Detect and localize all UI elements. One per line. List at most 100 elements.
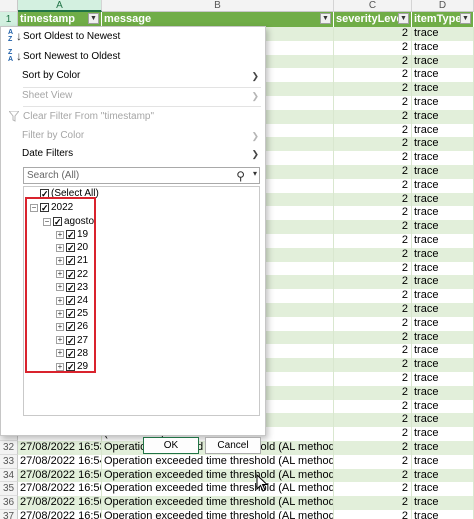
cell-severity[interactable]: 2 <box>334 206 412 221</box>
checkbox-checked[interactable]: ✓ <box>66 282 75 292</box>
table-row[interactable]: 33 27/08/2022 16:54 Operation exceeded tim… <box>0 454 474 469</box>
cell-type[interactable]: trace <box>412 358 474 372</box>
cell-severity[interactable]: 2 <box>334 413 412 428</box>
cell-type[interactable]: trace <box>412 330 474 345</box>
cell-type[interactable]: trace <box>412 275 474 290</box>
cell-severity[interactable]: 2 <box>334 303 412 317</box>
cell-severity[interactable]: 2 <box>334 496 412 510</box>
cell-type[interactable]: trace <box>412 482 474 497</box>
collapse-icon[interactable]: − <box>30 203 38 212</box>
cell-type[interactable]: trace <box>412 234 474 248</box>
cell-timestamp[interactable]: 27/08/2022 16:56 <box>18 496 102 510</box>
cell-severity[interactable]: 2 <box>334 82 412 96</box>
filter-dropdown-button[interactable]: ▼ <box>460 13 471 24</box>
cell-type[interactable]: trace <box>412 441 474 455</box>
expand-icon[interactable]: + <box>56 362 64 371</box>
menu-item-date-filters[interactable]: Date Filters ❯ <box>1 145 265 163</box>
search-icon[interactable]: ⚲ <box>236 169 245 183</box>
expand-icon[interactable]: + <box>56 270 64 279</box>
cell-severity[interactable]: 2 <box>334 316 412 331</box>
row-number[interactable]: 35 <box>0 482 18 497</box>
cell-type[interactable]: trace <box>412 96 474 110</box>
menu-item-sort-oldest-to-newest[interactable]: A Z ↓ Sort Oldest to Newest <box>1 28 265 46</box>
search-input[interactable] <box>24 168 224 183</box>
table-row[interactable]: 35 27/08/2022 16:56 Operation exceeded tim… <box>0 482 474 497</box>
tree-item-day[interactable]: + ✓ 20 <box>56 241 88 254</box>
collapse-icon[interactable]: − <box>43 217 51 226</box>
checkbox-checked[interactable]: ✓ <box>40 203 49 213</box>
row-number[interactable]: 33 <box>0 454 18 469</box>
expand-icon[interactable]: + <box>56 230 64 239</box>
cell-type[interactable]: trace <box>412 220 474 234</box>
cell-type[interactable]: trace <box>412 344 474 359</box>
menu-item-sort-newest-to-oldest[interactable]: Z A ↓ Sort Newest to Oldest <box>1 48 265 66</box>
checkbox-checked[interactable]: ✓ <box>66 322 75 332</box>
cell-type[interactable]: trace <box>412 82 474 96</box>
cell-type[interactable]: trace <box>412 206 474 221</box>
checkbox-checked[interactable]: ✓ <box>66 335 75 345</box>
cell-type[interactable]: trace <box>412 68 474 83</box>
cell-timestamp[interactable]: 27/08/2022 16:54 <box>18 454 102 469</box>
filter-dropdown-button[interactable]: ▼ <box>398 13 409 24</box>
cell-severity[interactable]: 2 <box>334 165 412 179</box>
cell-severity[interactable]: 2 <box>334 123 412 138</box>
cell-severity[interactable]: 2 <box>334 275 412 290</box>
cell-severity[interactable]: 2 <box>334 54 412 69</box>
tree-item-day[interactable]: + ✓ 29 <box>56 360 88 373</box>
tree-item-year[interactable]: − ✓ 2022 <box>30 201 73 214</box>
column-header-a[interactable]: A <box>18 0 102 12</box>
cell-type[interactable]: trace <box>412 303 474 317</box>
chevron-down-icon[interactable]: ▾ <box>253 169 257 178</box>
cell-severity[interactable]: 2 <box>334 358 412 372</box>
cell-type[interactable]: trace <box>412 192 474 207</box>
cell-severity[interactable]: 2 <box>334 468 412 483</box>
table-row[interactable]: 37 27/08/2022 16:56 Operation exceeded tim… <box>0 510 474 519</box>
cell-type[interactable]: trace <box>412 247 474 262</box>
expand-icon[interactable]: + <box>56 243 64 252</box>
cell-severity[interactable]: 2 <box>334 482 412 497</box>
tree-item-day[interactable]: + ✓ 24 <box>56 294 88 307</box>
column-header-c[interactable]: C <box>334 0 412 12</box>
cell-severity[interactable]: 2 <box>334 247 412 262</box>
cell-type[interactable]: trace <box>412 178 474 193</box>
menu-item-sort-by-color[interactable]: Sort by Color ❯ <box>1 67 265 85</box>
cell-type[interactable]: trace <box>412 137 474 152</box>
tree-item-select-all[interactable]: ✓ (Select All) <box>40 187 99 200</box>
checkbox-checked[interactable]: ✓ <box>66 309 75 319</box>
tree-item-day[interactable]: + ✓ 25 <box>56 307 88 320</box>
cell-type[interactable]: trace <box>412 385 474 400</box>
cell-severity[interactable]: 2 <box>334 454 412 469</box>
tree-item-day[interactable]: + ✓ 22 <box>56 268 88 281</box>
cell-severity[interactable]: 2 <box>334 261 412 276</box>
tree-item-day[interactable]: + ✓ 28 <box>56 347 88 360</box>
cell-severity[interactable]: 2 <box>334 510 412 519</box>
cell-type[interactable]: trace <box>412 372 474 386</box>
cell-type[interactable]: trace <box>412 413 474 428</box>
cell-timestamp[interactable]: 27/08/2022 16:56 <box>18 510 102 519</box>
checkbox-checked[interactable]: ✓ <box>66 362 75 372</box>
cell-type[interactable]: trace <box>412 54 474 69</box>
cell-type[interactable]: trace <box>412 289 474 303</box>
row-number[interactable]: 37 <box>0 510 18 519</box>
cell-severity[interactable]: 2 <box>334 220 412 234</box>
checkbox-checked[interactable]: ✓ <box>66 243 75 253</box>
checkbox-checked[interactable]: ✓ <box>66 230 75 240</box>
tree-item-day[interactable]: + ✓ 27 <box>56 334 88 347</box>
cell-severity[interactable]: 2 <box>334 427 412 441</box>
row-number[interactable]: 34 <box>0 468 18 483</box>
cell-timestamp[interactable]: 27/08/2022 16:56 <box>18 468 102 483</box>
ok-button[interactable]: OK <box>143 437 199 454</box>
tree-item-day[interactable]: + ✓ 26 <box>56 320 88 333</box>
cell-severity[interactable]: 2 <box>334 344 412 359</box>
cell-severity[interactable]: 2 <box>334 137 412 152</box>
cell-type[interactable]: trace <box>412 165 474 179</box>
cell-type[interactable]: trace <box>412 496 474 510</box>
cell-message[interactable]: Operation exceeded time threshold (AL me… <box>102 468 334 483</box>
checkbox-checked[interactable]: ✓ <box>66 269 75 279</box>
tree-item-day[interactable]: + ✓ 23 <box>56 281 88 294</box>
cell-type[interactable]: trace <box>412 27 474 41</box>
cell-severity[interactable]: 2 <box>334 372 412 386</box>
cell-severity[interactable]: 2 <box>334 40 412 55</box>
cell-type[interactable]: trace <box>412 109 474 124</box>
cell-severity[interactable]: 2 <box>334 96 412 110</box>
